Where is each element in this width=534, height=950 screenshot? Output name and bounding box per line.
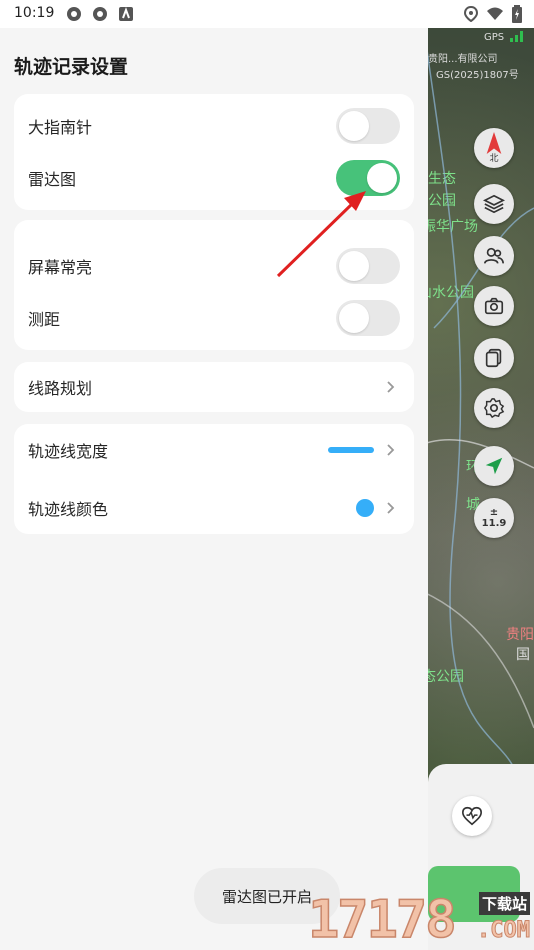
compass-toggle[interactable] bbox=[336, 108, 400, 144]
navigation-arrow-icon bbox=[485, 457, 503, 475]
setting-label: 线路规划 bbox=[28, 379, 93, 398]
setting-label: 轨迹线颜色 bbox=[28, 500, 109, 519]
heart-pulse-icon bbox=[462, 806, 482, 826]
ranging-toggle[interactable] bbox=[336, 300, 400, 336]
copy-button[interactable] bbox=[474, 338, 514, 378]
zoom-level-button[interactable]: ± 11.9 bbox=[474, 498, 514, 538]
location-icon bbox=[464, 6, 478, 22]
setting-label: 大指南针 bbox=[28, 118, 93, 137]
setting-label: 测距 bbox=[28, 310, 61, 329]
settings-group-display: 大指南针 雷达图 bbox=[14, 94, 414, 210]
track-color-row[interactable]: 轨迹线颜色 bbox=[14, 482, 414, 534]
setting-label: 雷达图 bbox=[28, 170, 77, 189]
copy-icon bbox=[485, 348, 502, 368]
friends-button[interactable] bbox=[474, 236, 514, 276]
watermark-domain: .COM bbox=[477, 918, 531, 944]
compass-button[interactable]: 北 bbox=[474, 128, 514, 168]
people-icon bbox=[484, 247, 504, 264]
page-title: 轨迹记录设置 bbox=[14, 56, 129, 78]
track-width-preview bbox=[328, 447, 374, 453]
watermark-logo: 17178 下载站 .COM bbox=[307, 884, 534, 950]
chevron-right-icon bbox=[387, 502, 395, 514]
zoom-symbol: ± bbox=[489, 507, 499, 518]
track-width-row[interactable]: 轨迹线宽度 bbox=[14, 424, 414, 476]
settings-group-track-style: 轨迹线宽度 轨迹线颜色 bbox=[14, 424, 414, 534]
battery-icon bbox=[512, 5, 522, 23]
setting-row-compass[interactable]: 大指南针 bbox=[14, 100, 414, 152]
wifi-icon bbox=[487, 7, 503, 20]
layers-button[interactable] bbox=[474, 184, 514, 224]
chevron-right-icon bbox=[387, 381, 395, 393]
setting-row-ranging[interactable]: 测距 bbox=[14, 292, 414, 344]
app-notification-icon bbox=[119, 7, 133, 21]
layers-icon bbox=[483, 194, 505, 214]
track-color-swatch bbox=[356, 499, 374, 517]
zoom-level-value: 11.9 bbox=[481, 518, 507, 529]
sync-icon bbox=[67, 7, 81, 21]
status-time: 10:19 bbox=[14, 5, 55, 21]
sync-icon bbox=[93, 7, 107, 21]
health-button[interactable] bbox=[452, 796, 492, 836]
track-settings-panel: 轨迹记录设置 大指南针 雷达图 屏幕常亮 测距 线路规划 轨迹线宽度 轨迹线颜色 bbox=[0, 28, 428, 950]
route-planning-row[interactable]: 线路规划 bbox=[14, 362, 414, 412]
status-bar: 10:19 bbox=[0, 0, 534, 28]
setting-label: 屏幕常亮 bbox=[28, 258, 93, 277]
compass-icon: 北 bbox=[483, 132, 505, 164]
watermark-site: 下载站 bbox=[478, 892, 530, 915]
screen-on-toggle[interactable] bbox=[336, 248, 400, 284]
setting-row-screen-on[interactable]: 屏幕常亮 bbox=[14, 240, 414, 292]
camera-icon bbox=[484, 297, 504, 315]
locate-button[interactable] bbox=[474, 446, 514, 486]
settings-button[interactable] bbox=[474, 388, 514, 428]
chevron-right-icon bbox=[387, 444, 395, 456]
gear-icon bbox=[483, 398, 505, 419]
camera-button[interactable] bbox=[474, 286, 514, 326]
watermark-number: 17178 bbox=[307, 889, 457, 950]
radar-toggle[interactable] bbox=[336, 160, 400, 196]
setting-label: 轨迹线宽度 bbox=[28, 442, 109, 461]
map-roads bbox=[414, 28, 534, 768]
settings-group-tools: 屏幕常亮 测距 bbox=[14, 220, 414, 350]
compass-north-label: 北 bbox=[489, 154, 499, 164]
setting-row-radar[interactable]: 雷达图 bbox=[14, 152, 414, 204]
